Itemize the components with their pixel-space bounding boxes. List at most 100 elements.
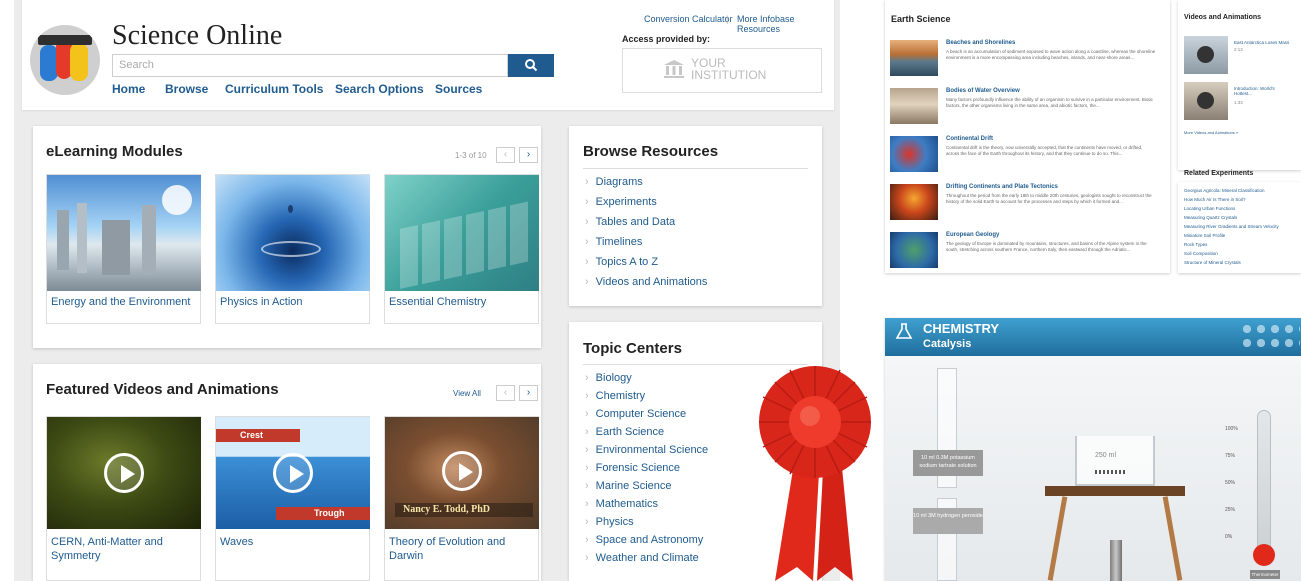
- related-item[interactable]: Rock Types: [1184, 240, 1279, 249]
- related-item[interactable]: Miniature Soil Profile: [1184, 231, 1279, 240]
- topic-item[interactable]: Environmental Science: [585, 441, 709, 459]
- elearning-prev-button[interactable]: ‹: [496, 147, 515, 163]
- toplink-separator: |: [726, 14, 729, 24]
- elearning-pager: 1-3 of 10: [455, 151, 487, 160]
- earth-item-title[interactable]: Beaches and Shorelines: [946, 40, 1015, 46]
- related-item[interactable]: Georgius Agricola: Mineral Classificatio…: [1184, 186, 1279, 195]
- video-card[interactable]: Nancy E. Todd, PhD Theory of Evolution a…: [384, 416, 539, 581]
- topic-item[interactable]: Computer Science: [585, 405, 708, 423]
- video-card[interactable]: Crest Trough Waves: [215, 416, 370, 581]
- related-item[interactable]: How Much Air Is There in Soil?: [1184, 195, 1279, 204]
- more-videos-link[interactable]: More Videos and Animations »: [1184, 130, 1238, 135]
- module-label[interactable]: Physics in Action: [220, 295, 303, 309]
- earth-item-desc: A beach is an accumulation of sediment e…: [946, 49, 1156, 60]
- trough-label: Trough: [276, 507, 370, 520]
- view-all-link[interactable]: View All: [453, 389, 481, 398]
- nav-sources[interactable]: Sources: [435, 82, 482, 96]
- browse-item[interactable]: Videos and Animations: [585, 272, 708, 292]
- crest-label: Crest: [216, 429, 300, 442]
- nav-home[interactable]: Home: [112, 82, 145, 96]
- cern-thumbnail: [47, 417, 201, 529]
- earth-item[interactable]: Bodies of Water Overview Many factors pr…: [890, 88, 1164, 138]
- browse-item[interactable]: Topics A to Z: [585, 252, 707, 272]
- browse-item[interactable]: Experiments: [585, 192, 707, 212]
- play-icon[interactable]: [1197, 92, 1214, 109]
- play-icon[interactable]: [273, 453, 313, 493]
- browse-item[interactable]: Timelines: [585, 232, 707, 252]
- conversion-calculator-link[interactable]: Conversion Calculator: [644, 14, 733, 24]
- topic-item[interactable]: Mathematics: [585, 495, 708, 513]
- module-card[interactable]: Essential Chemistry: [384, 174, 539, 324]
- chem-label-1[interactable]: 10 ml 0.3M potassium sodium tartrate sol…: [913, 450, 983, 476]
- play-icon[interactable]: [442, 451, 482, 491]
- topic-item[interactable]: Space and Astronomy: [585, 531, 708, 549]
- nav-browse[interactable]: Browse: [165, 82, 208, 96]
- thermometer[interactable]: [1257, 410, 1271, 560]
- related-item[interactable]: Structure of Mineral Crystals: [1184, 258, 1279, 267]
- topic-item[interactable]: Forensic Science: [585, 459, 708, 477]
- module-card[interactable]: Physics in Action: [215, 174, 370, 324]
- related-item[interactable]: Measuring Quartz Crystals: [1184, 213, 1279, 222]
- site-logo[interactable]: [30, 25, 100, 95]
- browse-item[interactable]: Tables and Data: [585, 212, 707, 232]
- thermometer-bulb: [1253, 544, 1275, 566]
- topic-item[interactable]: Weather and Climate: [585, 549, 708, 567]
- chem-label-2[interactable]: 10 ml 3M hydrogen peroxide: [913, 508, 983, 534]
- site-title[interactable]: Science Online: [112, 20, 282, 52]
- earth-item[interactable]: Beaches and Shorelines A beach is an acc…: [890, 40, 1164, 90]
- speaker-caption: Nancy E. Todd, PhD: [395, 503, 533, 517]
- therm-label: Thermometer: [1250, 570, 1280, 579]
- earth-item-title[interactable]: Continental Drift: [946, 136, 993, 142]
- earth-item-title[interactable]: European Geology: [946, 232, 999, 238]
- related-item[interactable]: Soil Composition: [1184, 249, 1279, 258]
- topic-item[interactable]: Chemistry: [585, 387, 708, 405]
- browse-item[interactable]: Diagrams: [585, 172, 707, 192]
- play-icon[interactable]: [104, 453, 144, 493]
- chem-title: CHEMISTRY: [923, 321, 1000, 336]
- video-label[interactable]: Theory of Evolution and Darwin: [389, 535, 534, 563]
- topic-item[interactable]: Marine Science: [585, 477, 708, 495]
- module-label[interactable]: Essential Chemistry: [389, 295, 486, 309]
- related-item[interactable]: Measuring River Gradients and Stream Vel…: [1184, 222, 1279, 231]
- video-label[interactable]: Waves: [220, 535, 253, 549]
- burner[interactable]: [1110, 540, 1122, 581]
- evolution-thumbnail: Nancy E. Todd, PhD: [385, 417, 539, 529]
- topic-item[interactable]: Earth Science: [585, 423, 708, 441]
- browse-resources-card: Browse Resources Diagrams Experiments Ta…: [569, 126, 822, 306]
- search-button[interactable]: [508, 54, 554, 77]
- browse-title: Browse Resources: [583, 143, 719, 160]
- earth-item-title[interactable]: Bodies of Water Overview: [946, 88, 1020, 94]
- earth-item[interactable]: Drifting Continents and Plate Tectonics …: [890, 184, 1164, 234]
- module-card[interactable]: Energy and the Environment: [46, 174, 201, 324]
- module-label[interactable]: Energy and the Environment: [51, 295, 190, 309]
- nav-curriculum-tools[interactable]: Curriculum Tools: [225, 82, 323, 96]
- video-label[interactable]: CERN, Anti-Matter and Symmetry: [51, 535, 191, 563]
- earth-item-desc: Throughout the period from the early 18t…: [946, 193, 1152, 204]
- flask-icon: [895, 323, 913, 339]
- play-icon[interactable]: [1197, 46, 1214, 63]
- video-side-thumb[interactable]: [1184, 82, 1228, 120]
- therm-mark: 100%: [1225, 426, 1238, 432]
- related-item[interactable]: Locating Urban Functions: [1184, 204, 1279, 213]
- videos-side-title: Videos and Animations: [1184, 14, 1262, 21]
- featured-prev-button[interactable]: ‹: [496, 385, 515, 401]
- search-input[interactable]: Search: [112, 54, 508, 77]
- video-side-thumb[interactable]: [1184, 36, 1228, 74]
- featured-videos-card: Featured Videos and Animations View All …: [33, 364, 541, 581]
- hex-pattern: [1240, 322, 1300, 350]
- video-side-title[interactable]: Introduction: World's Hottest...: [1234, 86, 1294, 96]
- earth-item[interactable]: European Geology The geology of Europe i…: [890, 232, 1164, 282]
- browse-divider: [583, 168, 808, 169]
- institution-logo[interactable]: YOUR INSTITUTION: [622, 48, 822, 93]
- topic-item[interactable]: Biology: [585, 369, 708, 387]
- video-card[interactable]: CERN, Anti-Matter and Symmetry: [46, 416, 201, 581]
- topic-item[interactable]: Physics: [585, 513, 708, 531]
- beaker[interactable]: 250 ml: [1075, 436, 1155, 486]
- earth-item[interactable]: Continental Drift Continental drift is t…: [890, 136, 1164, 186]
- more-resources-link[interactable]: More Infobase Resources: [737, 14, 834, 34]
- elearning-next-button[interactable]: ›: [519, 147, 538, 163]
- earth-item-title[interactable]: Drifting Continents and Plate Tectonics: [946, 184, 1058, 190]
- video-side-title[interactable]: East Antarctica Loses Mass: [1234, 40, 1289, 45]
- nav-search-options[interactable]: Search Options: [335, 82, 424, 96]
- featured-next-button[interactable]: ›: [519, 385, 538, 401]
